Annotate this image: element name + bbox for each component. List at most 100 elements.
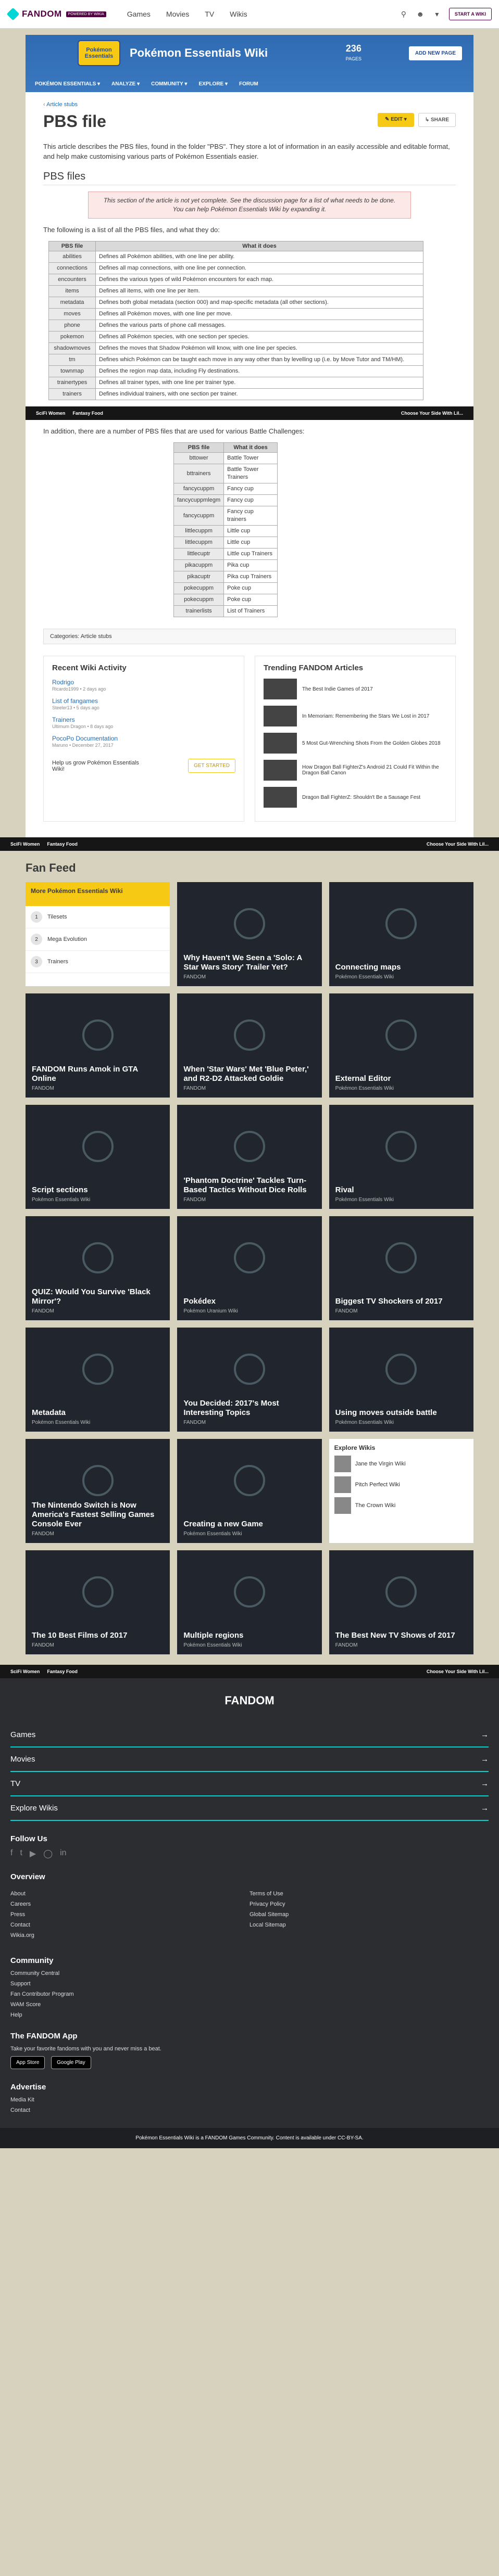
footer-link[interactable]: Press [10,1911,250,1918]
wiki-nav-item[interactable]: ANALYZE ▾ [111,81,140,87]
fan-feed-card[interactable]: The Best New TV Shows of 2017 FANDOM [329,1550,473,1654]
google-play-button[interactable]: Google Play [51,2056,91,2069]
wiki-nav-item[interactable]: POKÉMON ESSENTIALS ▾ [35,81,100,87]
instagram-icon[interactable]: ◯ [43,1848,53,1859]
nav-movies[interactable]: Movies [166,10,189,18]
table-row: pokecuppm Poke cup [173,594,278,606]
add-new-page-button[interactable]: ADD NEW PAGE [408,46,462,60]
fan-feed-card[interactable]: Pokédex Pokémon Uranium Wiki [177,1216,322,1320]
list-item[interactable]: List of fangames Steeler13 • 5 days ago [52,697,235,711]
wiki-nav: POKÉMON ESSENTIALS ▾ ANALYZE ▾ COMMUNITY… [35,75,258,92]
list-item[interactable]: In Memoriam: Remembering the Stars We Lo… [264,706,447,726]
fan-feed-card[interactable]: QUIZ: Would You Survive 'Black Mirror'? F… [26,1216,170,1320]
share-button[interactable]: ↳ SHARE [418,113,456,127]
ad-banner[interactable]: SciFi Women Fantasy Food Choose Your Side … [26,406,473,420]
list-item[interactable]: Rodrigo Ricardo1999 • 2 days ago [52,679,235,692]
list-item[interactable]: Pitch Perfect Wiki [334,1476,468,1493]
fandom-heart-icon [385,1576,417,1608]
list-item[interactable]: The Best Indie Games of 2017 [264,679,447,699]
list-item[interactable]: PocoPo Documentation Maruno • December 27… [52,735,235,748]
fan-feed-card[interactable]: Metadata Pokémon Essentials Wiki [26,1328,170,1432]
fan-feed-card[interactable]: Multiple regions Pokémon Essentials Wiki [177,1550,322,1654]
list-item[interactable]: 2 Mega Evolution [26,928,170,951]
get-started-button[interactable]: GET STARTED [188,759,235,773]
intro-text: This article describes the PBS files, fo… [43,143,450,160]
footer-movies[interactable]: Movies → [10,1748,489,1772]
list-item[interactable]: 3 Trainers [26,951,170,973]
linkedin-icon[interactable]: in [60,1848,66,1859]
edit-button[interactable]: ✎ EDIT ▾ [378,113,414,127]
fan-feed-card[interactable]: 'Phantom Doctrine' Tackles Turn-Based Ta… [177,1105,322,1209]
fan-feed-card[interactable]: Rival Pokémon Essentials Wiki [329,1105,473,1209]
start-wiki-button[interactable]: START A WIKI [448,8,492,20]
footer-link[interactable]: Help [10,2012,489,2018]
footer-explore[interactable]: Explore Wikis → [10,1796,489,1821]
footer-link[interactable]: Wikia.org [10,1932,250,1939]
list-item[interactable]: Dragon Ball FighterZ: Shouldn't Be a Sau… [264,787,447,808]
list-item[interactable]: The Crown Wiki [334,1497,468,1514]
footer-link[interactable]: Local Sitemap [250,1922,489,1928]
pbs-file-name: littlecuppm [173,537,224,549]
footer-link[interactable]: Media Kit [10,2097,489,2103]
chevron-down-icon[interactable]: ▾ [432,9,442,19]
fan-feed-card[interactable]: You Decided: 2017's Most Interesting Top… [177,1328,322,1432]
list-item[interactable]: Trainers Ultimum Dragon • 8 days ago [52,716,235,730]
wiki-nav-item[interactable]: COMMUNITY ▾ [151,81,187,87]
categories-box[interactable]: Categories: Article stubs [43,629,456,644]
fan-feed-card[interactable]: Using moves outside battle Pokémon Essent… [329,1328,473,1432]
nav-wikis[interactable]: Wikis [230,10,247,18]
app-store-button[interactable]: App Store [10,2056,45,2069]
wiki-logo[interactable]: Pokémon Essentials [78,40,120,66]
fan-feed-card[interactable]: External Editor Pokémon Essentials Wiki [329,993,473,1098]
list-item[interactable]: 1 Tilesets [26,906,170,928]
nav-tv[interactable]: TV [205,10,214,18]
footer-tv[interactable]: TV → [10,1772,489,1796]
nav-games[interactable]: Games [127,10,151,18]
ad-banner[interactable]: SciFi Women Fantasy Food Choose Your Side … [0,1665,499,1678]
footer-link[interactable]: WAM Score [10,2001,489,2008]
footer-logo[interactable]: FANDOM [10,1694,489,1707]
fan-feed-card[interactable]: When 'Star Wars' Met 'Blue Peter,' and R… [177,993,322,1098]
fan-feed-card[interactable]: Connecting maps Pokémon Essentials Wiki [329,882,473,986]
footer-link[interactable]: Contact [10,1922,250,1928]
footer-link[interactable]: Community Central [10,1970,489,1976]
fan-feed-card[interactable]: The Nintendo Switch is Now America's Fas… [26,1439,170,1543]
twitter-icon[interactable]: t [20,1848,22,1859]
wiki-nav-item[interactable]: FORUM [239,81,258,87]
user-icon[interactable]: ☻ [416,9,425,19]
fan-feed-card[interactable]: Biggest TV Shockers of 2017 FANDOM [329,1216,473,1320]
search-icon[interactable]: ⚲ [399,9,408,19]
fan-feed-card[interactable]: The 10 Best Films of 2017 FANDOM [26,1550,170,1654]
trending-title: Trending FANDOM Articles [264,664,364,672]
fan-feed-card[interactable]: FANDOM Runs Amok in GTA Online FANDOM [26,993,170,1098]
wiki-nav-item[interactable]: EXPLORE ▾ [198,81,228,87]
fan-feed-card[interactable]: Why Haven't We Seen a 'Solo: A Star Wars… [177,882,322,986]
breadcrumb: ‹ Article stubs [43,101,78,108]
table-row: trainertypes Defines all trainer types, w… [48,377,423,389]
footer-link[interactable]: Contact [10,2107,489,2113]
list-item[interactable]: How Dragon Ball FighterZ's Android 21 Co… [264,760,447,781]
pbs-file-description: Defines all items, with one line per ite… [95,285,423,297]
fan-feed-card[interactable]: Script sections Pokémon Essentials Wiki [26,1105,170,1209]
fan-feed-card[interactable]: Creating a new Game Pokémon Essentials Wi… [177,1439,322,1543]
pbs-file-name: phone [48,320,96,331]
list-item[interactable]: 5 Most Gut-Wrenching Shots From the Gold… [264,733,447,754]
list-item[interactable]: Jane the Virgin Wiki [334,1456,468,1472]
wiki-title[interactable]: Pokémon Essentials Wiki [130,46,268,60]
fandom-logo[interactable]: FANDOM POWERED BY WIKIA [6,7,106,21]
footer-link[interactable]: Careers [10,1901,250,1907]
youtube-icon[interactable]: ▶ [30,1848,36,1859]
footer-link[interactable]: About [10,1891,250,1897]
fandom-heart-icon [82,1465,114,1496]
fandom-heart-icon [233,1242,265,1273]
pbs-file-description: Little cup Trainers [223,548,278,560]
footer-games[interactable]: Games → [10,1723,489,1748]
footer-link[interactable]: Fan Contributor Program [10,1991,489,1997]
facebook-icon[interactable]: f [10,1848,13,1859]
thumbnail [264,733,297,754]
footer-link[interactable]: Privacy Policy [250,1901,489,1907]
footer-link[interactable]: Terms of Use [250,1891,489,1897]
ad-banner[interactable]: SciFi Women Fantasy Food Choose Your Side … [0,837,499,851]
footer-link[interactable]: Support [10,1981,489,1987]
footer-link[interactable]: Global Sitemap [250,1911,489,1918]
